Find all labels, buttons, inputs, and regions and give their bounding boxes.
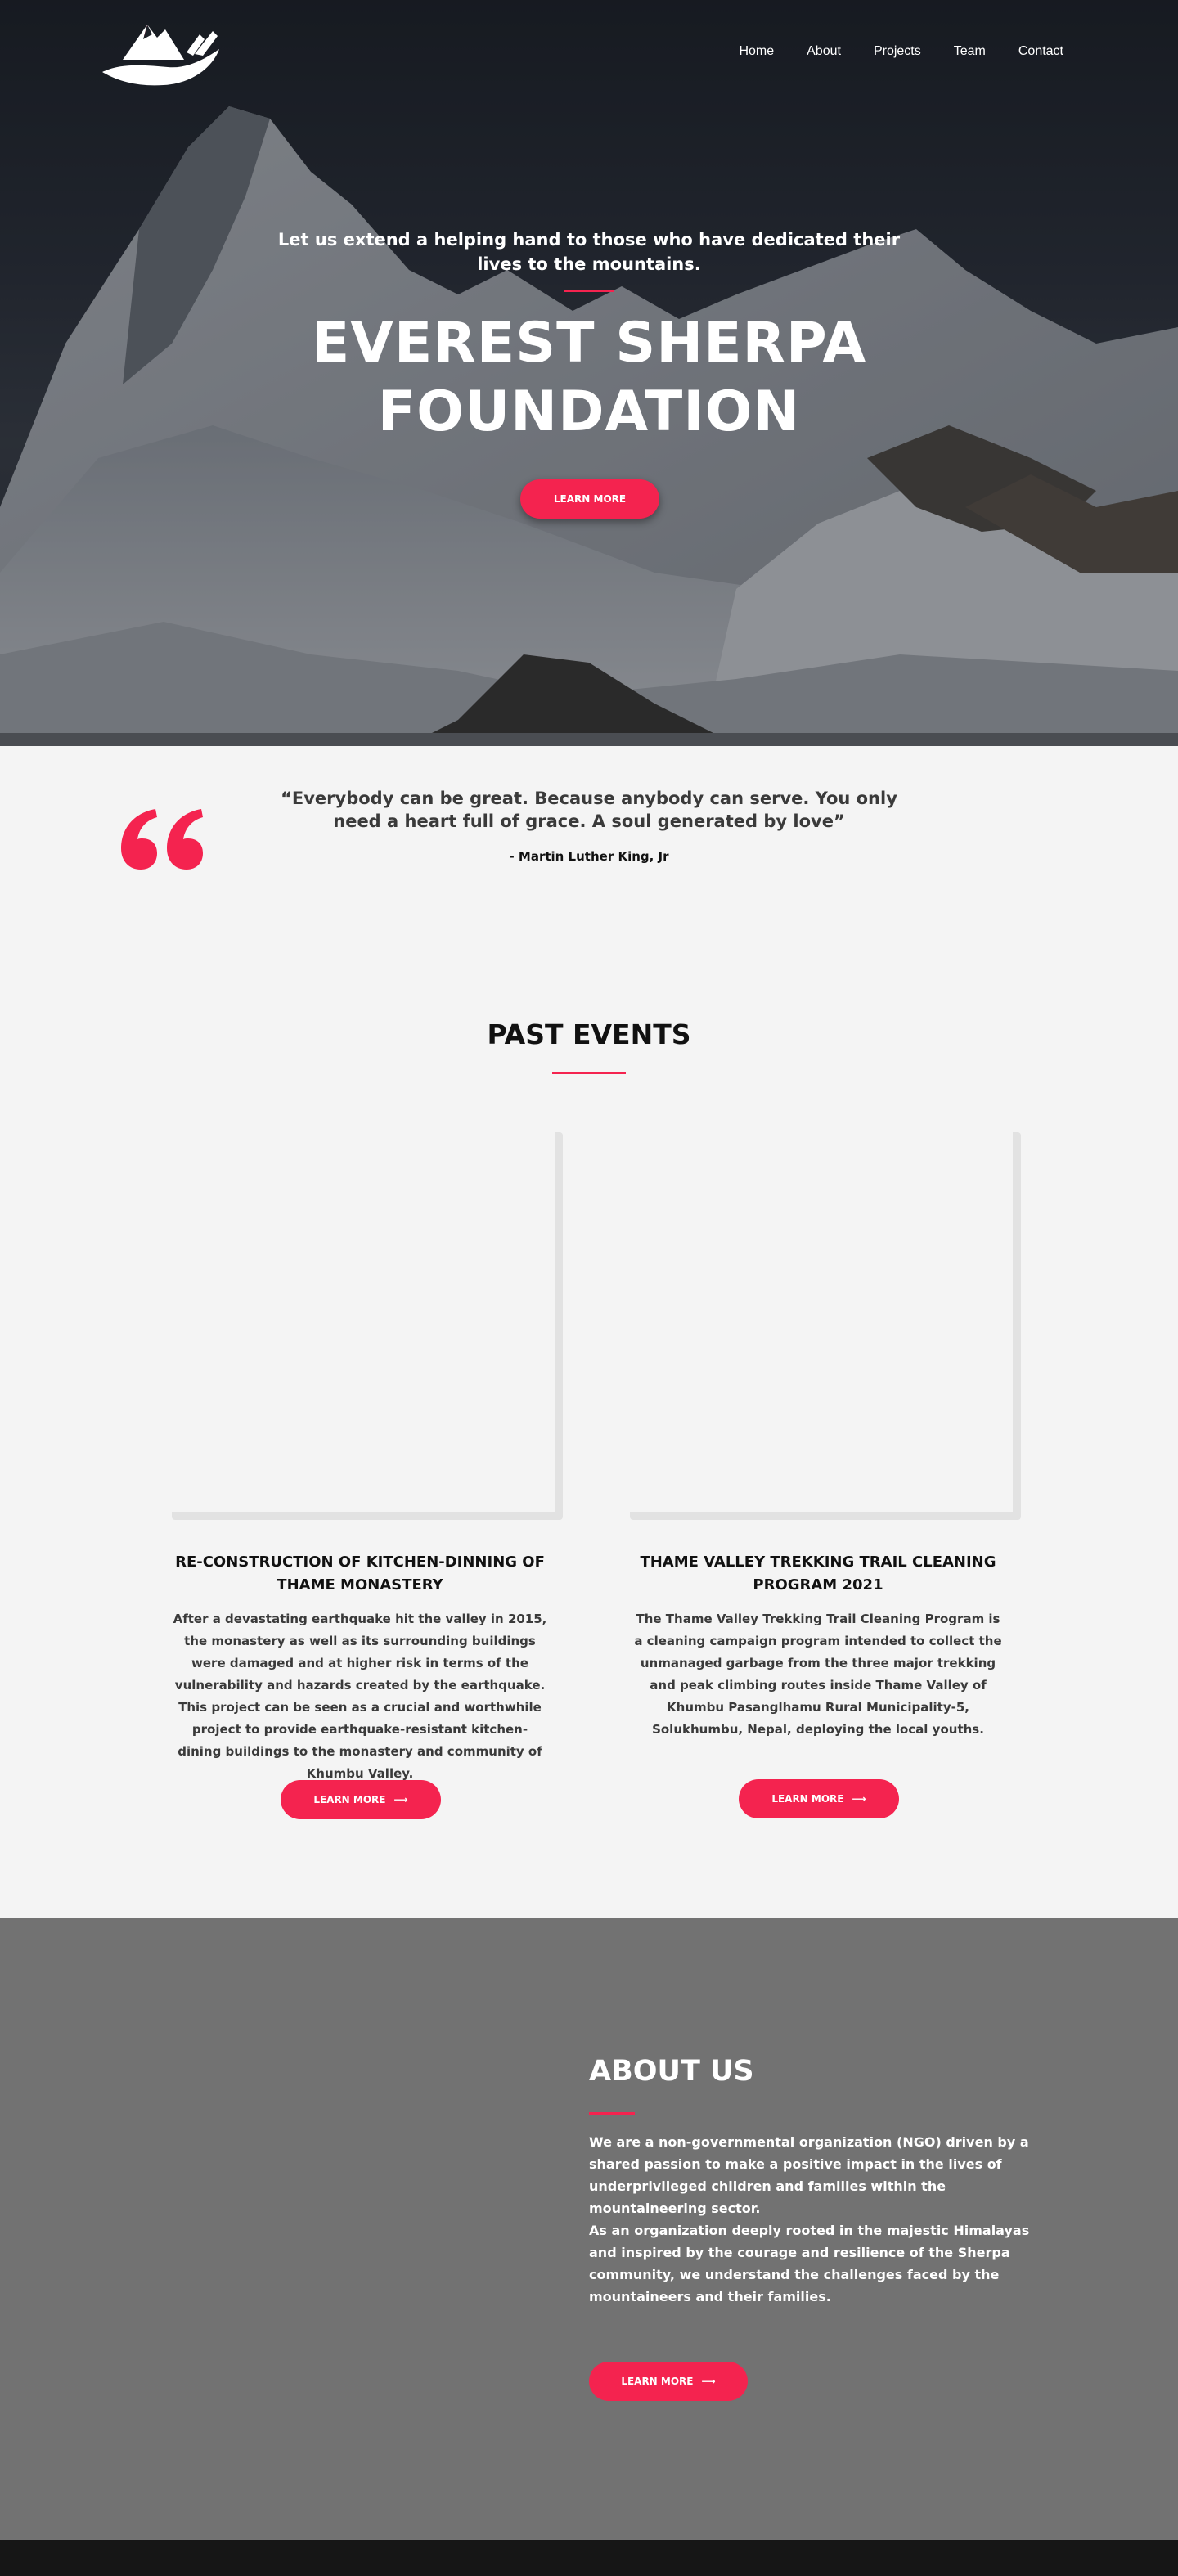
mountain-hand-logo-icon (102, 25, 219, 86)
hero-subtitle: Let us extend a helping hand to those wh… (277, 230, 901, 274)
hero-divider (564, 290, 614, 292)
event-learn-more-label: LEARN MORE (313, 1794, 386, 1805)
site-logo[interactable] (98, 15, 225, 88)
event-card-title: THAME VALLEY TREKKING TRAIL CLEANING PRO… (640, 1553, 996, 1594)
event-card-image[interactable] (172, 1132, 563, 1520)
event-card-image[interactable] (630, 1132, 1021, 1520)
past-events-divider (552, 1072, 626, 1074)
hero-title: EVEREST SHERPA FOUNDATION (311, 311, 867, 444)
hero-bottom-band (0, 733, 1178, 746)
main-nav: Home About Projects Team Contact (739, 44, 1063, 59)
event-card-title: RE-CONSTRUCTION OF KITCHEN-DINNING OF TH… (175, 1553, 545, 1594)
about-learn-more-button[interactable]: LEARN MORE ⟶ (589, 2362, 748, 2401)
arrow-right-icon: ⟶ (393, 1794, 408, 1805)
arrow-right-icon: ⟶ (701, 2376, 716, 2387)
quote-icon (121, 809, 203, 870)
about-divider (589, 2112, 635, 2115)
event-card-description: The Thame Valley Trekking Trail Cleaning… (634, 1612, 1002, 1737)
footer (0, 2540, 1178, 2576)
nav-projects[interactable]: Projects (874, 44, 921, 59)
nav-about[interactable]: About (807, 44, 841, 59)
about-learn-more-label: LEARN MORE (621, 2376, 694, 2387)
event-learn-more-label: LEARN MORE (771, 1793, 844, 1805)
about-paragraph: As an organization deeply rooted in the … (589, 2223, 1030, 2304)
nav-contact[interactable]: Contact (1018, 44, 1063, 59)
about-paragraph: We are a non-governmental organization (… (589, 2134, 1029, 2216)
arrow-right-icon: ⟶ (852, 1793, 866, 1805)
quote-author: - Martin Luther King, Jr (509, 849, 669, 864)
about-title: ABOUT US (589, 2055, 754, 2088)
nav-home[interactable]: Home (739, 44, 774, 59)
nav-team[interactable]: Team (954, 44, 986, 59)
event-learn-more-button[interactable]: LEARN MORE ⟶ (281, 1780, 441, 1819)
quote-text: “Everybody can be great. Because anybody… (281, 789, 897, 831)
hero-learn-more-label: LEARN MORE (553, 493, 627, 505)
event-learn-more-button[interactable]: LEARN MORE ⟶ (739, 1779, 899, 1818)
hero-learn-more-button[interactable]: LEARN MORE (520, 479, 659, 519)
past-events-title: PAST EVENTS (487, 1018, 691, 1050)
event-card-description: After a devastating earthquake hit the v… (173, 1612, 547, 1781)
